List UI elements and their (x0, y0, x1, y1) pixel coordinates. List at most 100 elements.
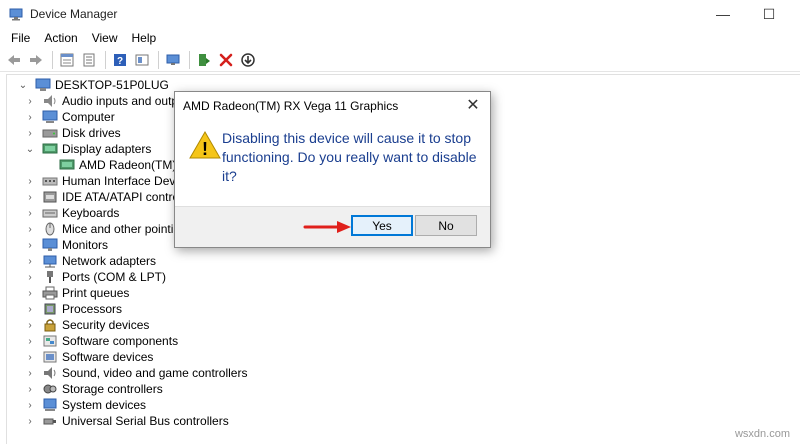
forward-arrow-icon[interactable] (26, 50, 46, 70)
tree-item-label: Print queues (62, 286, 130, 300)
disable-device-icon[interactable] (238, 50, 258, 70)
tree-item-ports[interactable]: › Ports (COM & LPT) (24, 269, 166, 285)
tree-item-sound[interactable]: › Sound, video and game controllers (24, 365, 247, 381)
tree-item-mice[interactable]: › Mice and other pointing (24, 221, 187, 237)
tree-item-label: Storage controllers (62, 382, 163, 396)
list-icon[interactable] (79, 50, 99, 70)
tree-item-storage[interactable]: › Storage controllers (24, 381, 163, 397)
expand-chevron-icon[interactable]: › (24, 93, 36, 109)
tree-item-display-adapters[interactable]: ⌄ Display adapters (24, 141, 152, 157)
tree-item-system[interactable]: › System devices (24, 397, 146, 413)
tree-item-label: Sound, video and game controllers (62, 366, 248, 380)
menu-help[interactable]: Help (125, 28, 164, 48)
computer-icon (35, 78, 51, 92)
mouse-icon (42, 222, 58, 236)
expand-chevron-icon[interactable]: › (24, 285, 36, 301)
view-icon[interactable] (132, 50, 152, 70)
tree-item-software-devices[interactable]: › Software devices (24, 349, 153, 365)
expand-chevron-icon[interactable]: › (24, 413, 36, 429)
sound-icon (42, 366, 58, 380)
tree-item-label: Computer (62, 110, 115, 124)
update-driver-icon[interactable] (194, 50, 214, 70)
monitor-icon[interactable] (163, 50, 183, 70)
toolbar-separator (52, 50, 53, 69)
tree-item-label: Universal Serial Bus controllers (62, 414, 229, 428)
menu-action[interactable]: Action (37, 28, 84, 48)
menu-view[interactable]: View (85, 28, 125, 48)
no-button[interactable]: No (415, 215, 477, 236)
expand-chevron-icon[interactable]: › (24, 269, 36, 285)
toolbar-separator (189, 50, 190, 69)
processor-icon (42, 302, 58, 316)
security-icon (42, 318, 58, 332)
tree-item-label: Software components (62, 334, 179, 348)
menu-file[interactable]: File (4, 28, 37, 48)
help-icon[interactable]: ? (110, 50, 130, 70)
collapse-chevron-icon[interactable]: ⌄ (24, 141, 36, 157)
printer-icon (42, 286, 58, 300)
network-icon (42, 254, 58, 268)
expand-chevron-icon[interactable]: › (24, 205, 36, 221)
expand-chevron-icon[interactable]: › (24, 333, 36, 349)
tree-item-print-queues[interactable]: › Print queues (24, 285, 129, 301)
expand-chevron-icon[interactable]: › (24, 125, 36, 141)
yes-button[interactable]: Yes (351, 215, 413, 236)
storage-icon (42, 382, 58, 396)
expand-chevron-icon[interactable]: › (24, 301, 36, 317)
audio-icon (42, 94, 58, 108)
properties-icon[interactable] (57, 50, 77, 70)
expand-chevron-icon[interactable]: › (24, 397, 36, 413)
tree-item-audio[interactable]: › Audio inputs and outputs (24, 93, 194, 109)
back-arrow-icon[interactable] (4, 50, 24, 70)
annotation-arrow-icon (303, 219, 353, 235)
tree-item-keyboards[interactable]: › Keyboards (24, 205, 119, 221)
tree-item-label: Display adapters (62, 142, 152, 156)
tree-item-label: Disk drives (62, 126, 121, 140)
tree-item-monitors[interactable]: › Monitors (24, 237, 108, 253)
expand-chevron-icon[interactable]: › (24, 381, 36, 397)
tree-item-usb[interactable]: › Universal Serial Bus controllers (24, 413, 229, 429)
tree-root[interactable]: ⌄ DESKTOP-51P0LUG (17, 77, 169, 93)
warning-icon: ! (188, 130, 222, 160)
usb-icon (42, 414, 58, 428)
tree-item-disk-drives[interactable]: › Disk drives (24, 125, 121, 141)
expand-chevron-icon[interactable]: › (24, 317, 36, 333)
expand-chevron-icon[interactable]: › (24, 189, 36, 205)
toolbar-separator (105, 50, 106, 69)
expand-chevron-icon[interactable]: › (24, 237, 36, 253)
tree-item-software-components[interactable]: › Software components (24, 333, 178, 349)
tree-item-label: Monitors (62, 238, 109, 252)
expand-chevron-icon[interactable]: › (24, 221, 36, 237)
expand-chevron-icon[interactable]: › (24, 365, 36, 381)
toolbar-separator (158, 50, 159, 69)
tree-item-label: Network adapters (62, 254, 157, 268)
tree-item-processors[interactable]: › Processors (24, 301, 122, 317)
tree-item-network[interactable]: › Network adapters (24, 253, 156, 269)
software-device-icon (42, 350, 58, 364)
collapse-chevron-icon[interactable]: ⌄ (17, 77, 29, 93)
software-component-icon (42, 334, 58, 348)
warning-glyph: ! (202, 139, 208, 159)
computer-icon (42, 110, 58, 124)
tree-item-label: Software devices (62, 350, 154, 364)
minimize-button[interactable]: — (700, 0, 746, 28)
tree-item-label: System devices (62, 398, 147, 412)
expand-chevron-icon[interactable]: › (24, 173, 36, 189)
tree-item-label: Keyboards (62, 206, 120, 220)
tree-item-computer[interactable]: › Computer (24, 109, 115, 125)
tree-item-security[interactable]: › Security devices (24, 317, 149, 333)
title-bar: Device Manager — ☐ (0, 0, 800, 28)
close-icon[interactable]: ✕ (460, 94, 486, 116)
expand-chevron-icon[interactable]: › (24, 349, 36, 365)
expand-chevron-icon[interactable]: › (24, 253, 36, 269)
maximize-button[interactable]: ☐ (746, 0, 792, 28)
toolbar: ? (0, 48, 800, 72)
window-title: Device Manager (30, 7, 118, 21)
expand-chevron-icon[interactable]: › (24, 109, 36, 125)
display-adapter-icon (59, 158, 75, 172)
tree-item-label: Mice and other pointing (62, 222, 187, 236)
uninstall-icon[interactable] (216, 50, 236, 70)
tree-item-hid[interactable]: › Human Interface Devices (24, 173, 196, 189)
system-icon (42, 398, 58, 412)
dialog-message: Disabling this device will cause it to s… (222, 130, 477, 184)
